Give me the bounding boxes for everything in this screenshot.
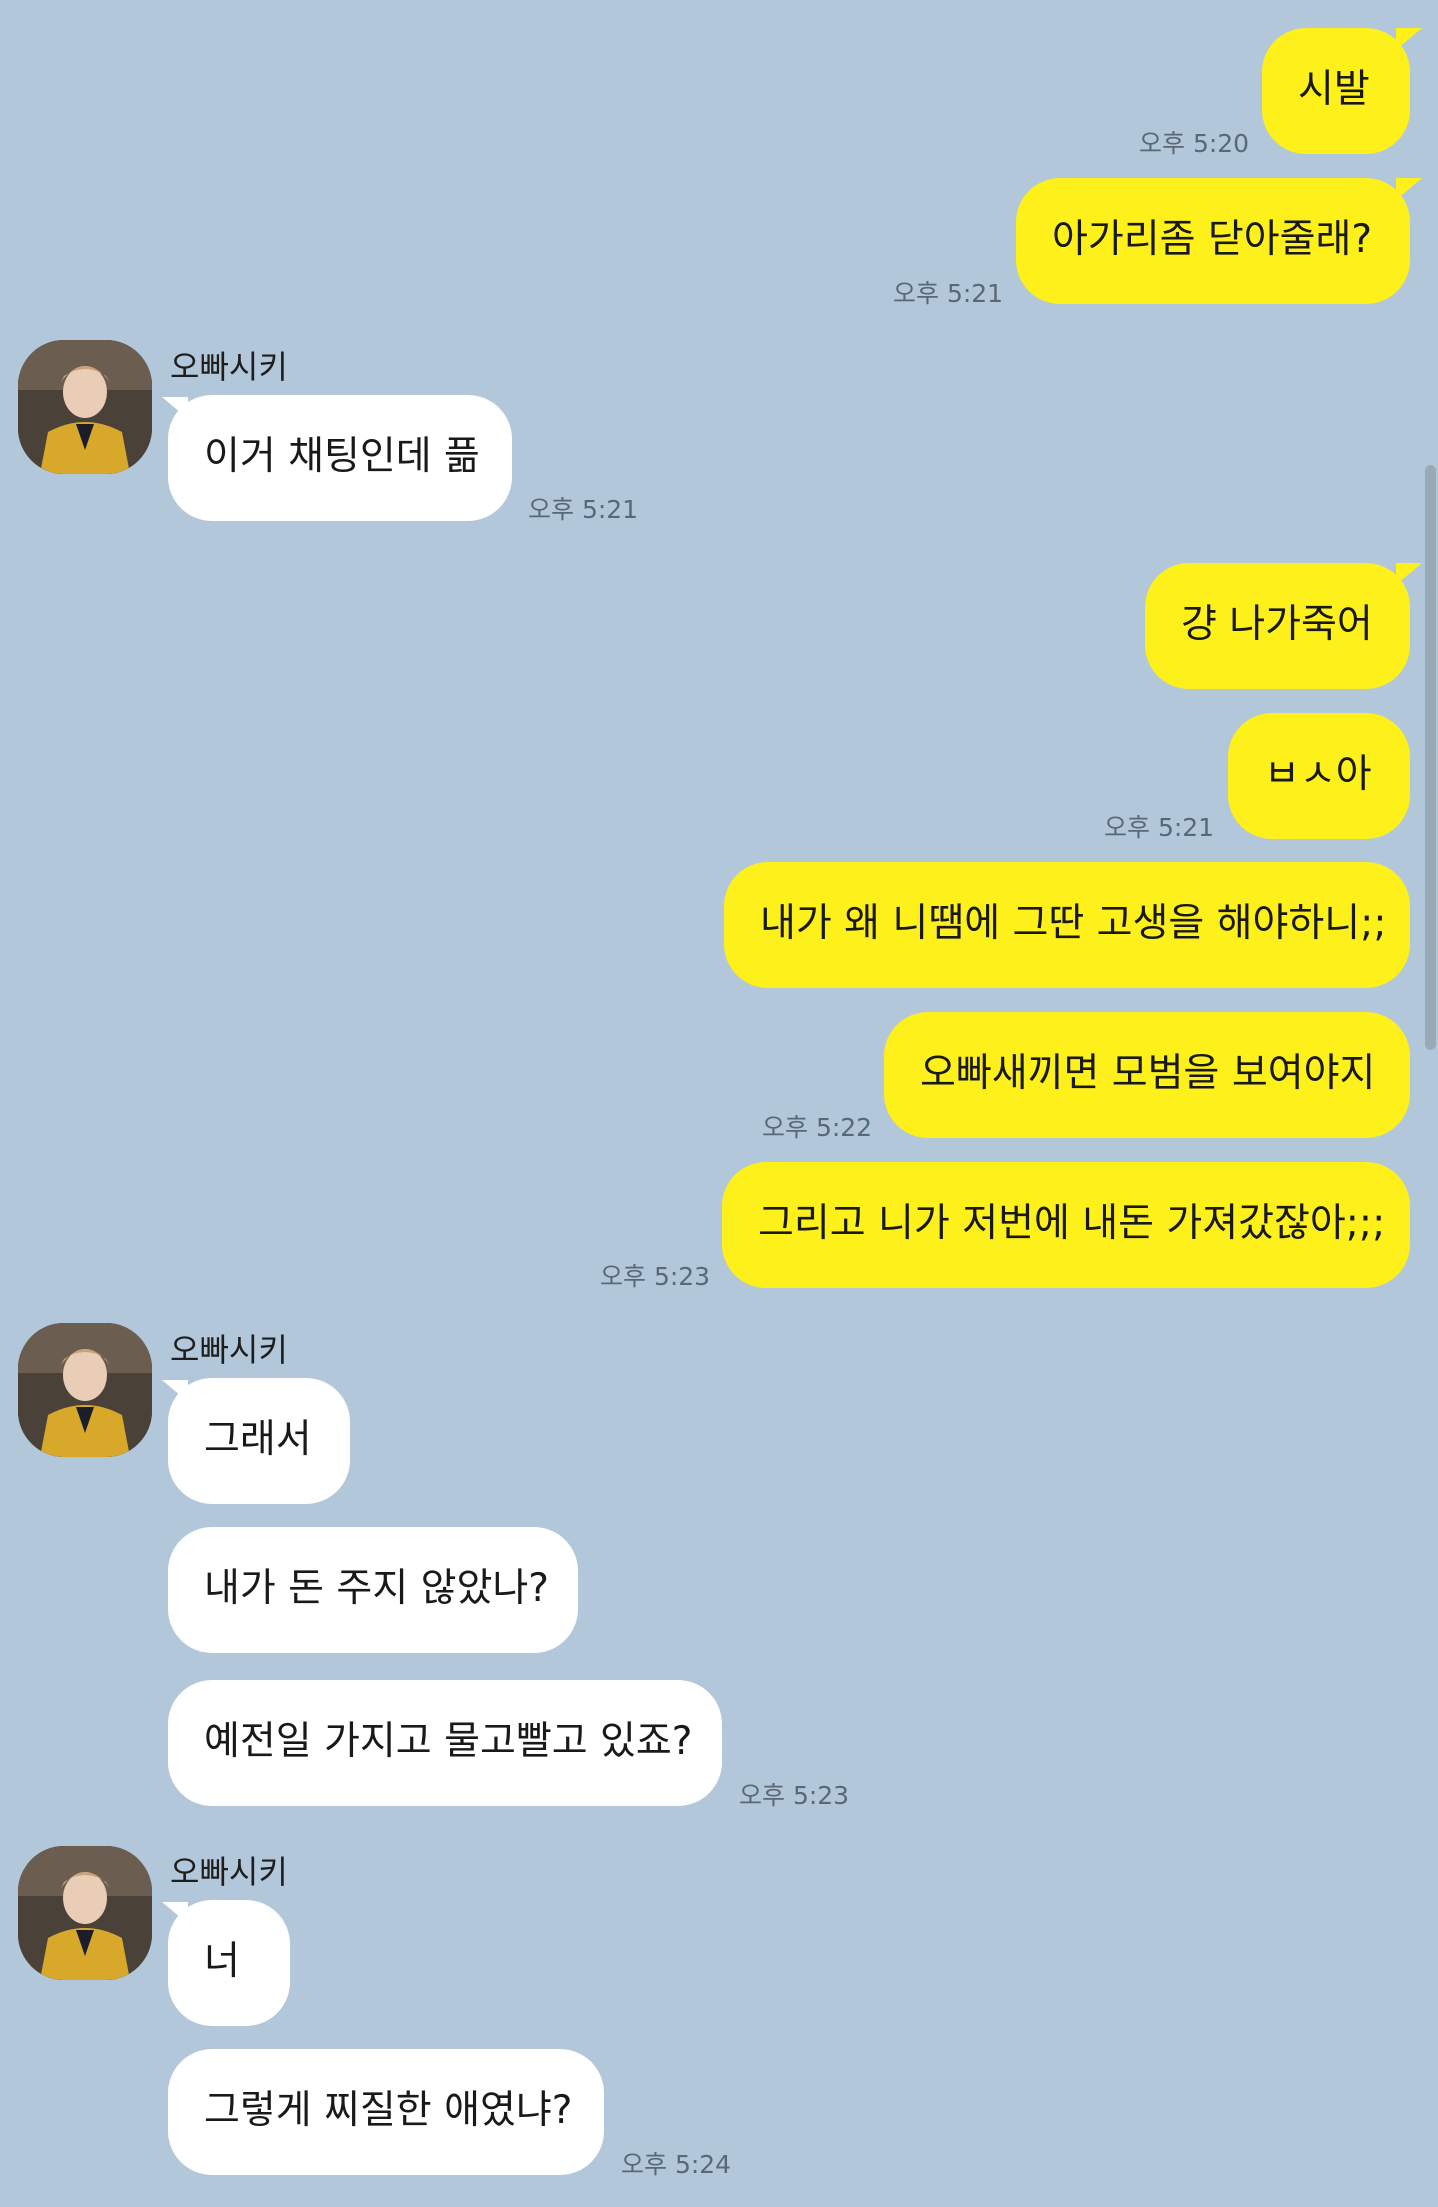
message-text: 예전일 가지고 물고빨고 있죠? (204, 1719, 693, 1764)
my-message-bubble[interactable]: 그리고 니가 저번에 내돈 가져갔잖아;;; (722, 1162, 1410, 1288)
my-message-bubble[interactable]: 걍 나가죽어 (1145, 563, 1410, 689)
message-text: 그래서 (204, 1417, 312, 1462)
message-text: 그리고 니가 저번에 내돈 가져갔잖아;;; (758, 1201, 1386, 1246)
bubble-tail (162, 397, 188, 419)
message-text: ㅂㅅ아 (1264, 752, 1372, 797)
contact-avatar[interactable] (18, 1323, 152, 1457)
my-message-bubble[interactable]: 오빠새끼면 모범을 보여야지 (884, 1012, 1410, 1138)
contact-avatar[interactable] (18, 1846, 152, 1980)
my-message-bubble[interactable]: ㅂㅅ아 (1228, 713, 1410, 839)
profile-photo-icon (18, 1323, 152, 1457)
contact-avatar[interactable] (18, 340, 152, 474)
contact-name: 오빠시키 (170, 1853, 288, 1891)
their-message-bubble[interactable]: 그렇게 찌질한 애였냐? (168, 2049, 604, 2175)
timestamp: 오후 5:23 (739, 1781, 850, 1810)
message-text: 너 (204, 1939, 240, 1984)
their-message-bubble[interactable]: 이거 채팅인데 픎 (168, 395, 512, 521)
their-message-bubble[interactable]: 내가 돈 주지 않았나? (168, 1527, 578, 1653)
contact-name: 오빠시키 (170, 1331, 288, 1369)
chat-area[interactable]: 시발 오후 5:20 아가리좀 닫아줄래? 오후 5:21 오빠시키 이거 채팅… (0, 0, 1438, 2207)
message-text: 시발 (1298, 67, 1370, 112)
profile-photo-icon (18, 1846, 152, 1980)
timestamp: 오후 5:21 (528, 495, 639, 524)
my-message-bubble[interactable]: 아가리좀 닫아줄래? (1016, 178, 1410, 304)
message-text: 이거 채팅인데 픎 (204, 434, 480, 479)
timestamp: 오후 5:21 (893, 279, 1004, 308)
contact-name: 오빠시키 (170, 348, 288, 386)
timestamp: 오후 5:24 (621, 2150, 732, 2179)
bubble-tail (162, 1902, 188, 1924)
bubble-tail (1396, 563, 1422, 585)
timestamp: 오후 5:23 (600, 1262, 711, 1291)
bubble-tail (1396, 178, 1422, 200)
my-message-bubble[interactable]: 시발 (1262, 28, 1410, 154)
message-text: 걍 나가죽어 (1181, 602, 1373, 647)
their-message-bubble[interactable]: 그래서 (168, 1378, 350, 1504)
bubble-tail (162, 1380, 188, 1402)
message-text: 내가 돈 주지 않았나? (204, 1566, 549, 1611)
bubble-tail (1396, 28, 1422, 50)
message-text: 내가 왜 니땜에 그딴 고생을 해야하니;; (760, 901, 1387, 946)
my-message-bubble[interactable]: 내가 왜 니땜에 그딴 고생을 해야하니;; (724, 862, 1410, 988)
their-message-bubble[interactable]: 예전일 가지고 물고빨고 있죠? (168, 1680, 722, 1806)
message-text: 오빠새끼면 모범을 보여야지 (920, 1051, 1376, 1096)
timestamp: 오후 5:20 (1139, 129, 1250, 158)
timestamp: 오후 5:21 (1104, 813, 1215, 842)
profile-photo-icon (18, 340, 152, 474)
timestamp: 오후 5:22 (762, 1113, 873, 1142)
scrollbar[interactable] (1425, 465, 1436, 1050)
message-text: 아가리좀 닫아줄래? (1052, 217, 1373, 262)
message-text: 그렇게 찌질한 애였냐? (204, 2088, 573, 2133)
